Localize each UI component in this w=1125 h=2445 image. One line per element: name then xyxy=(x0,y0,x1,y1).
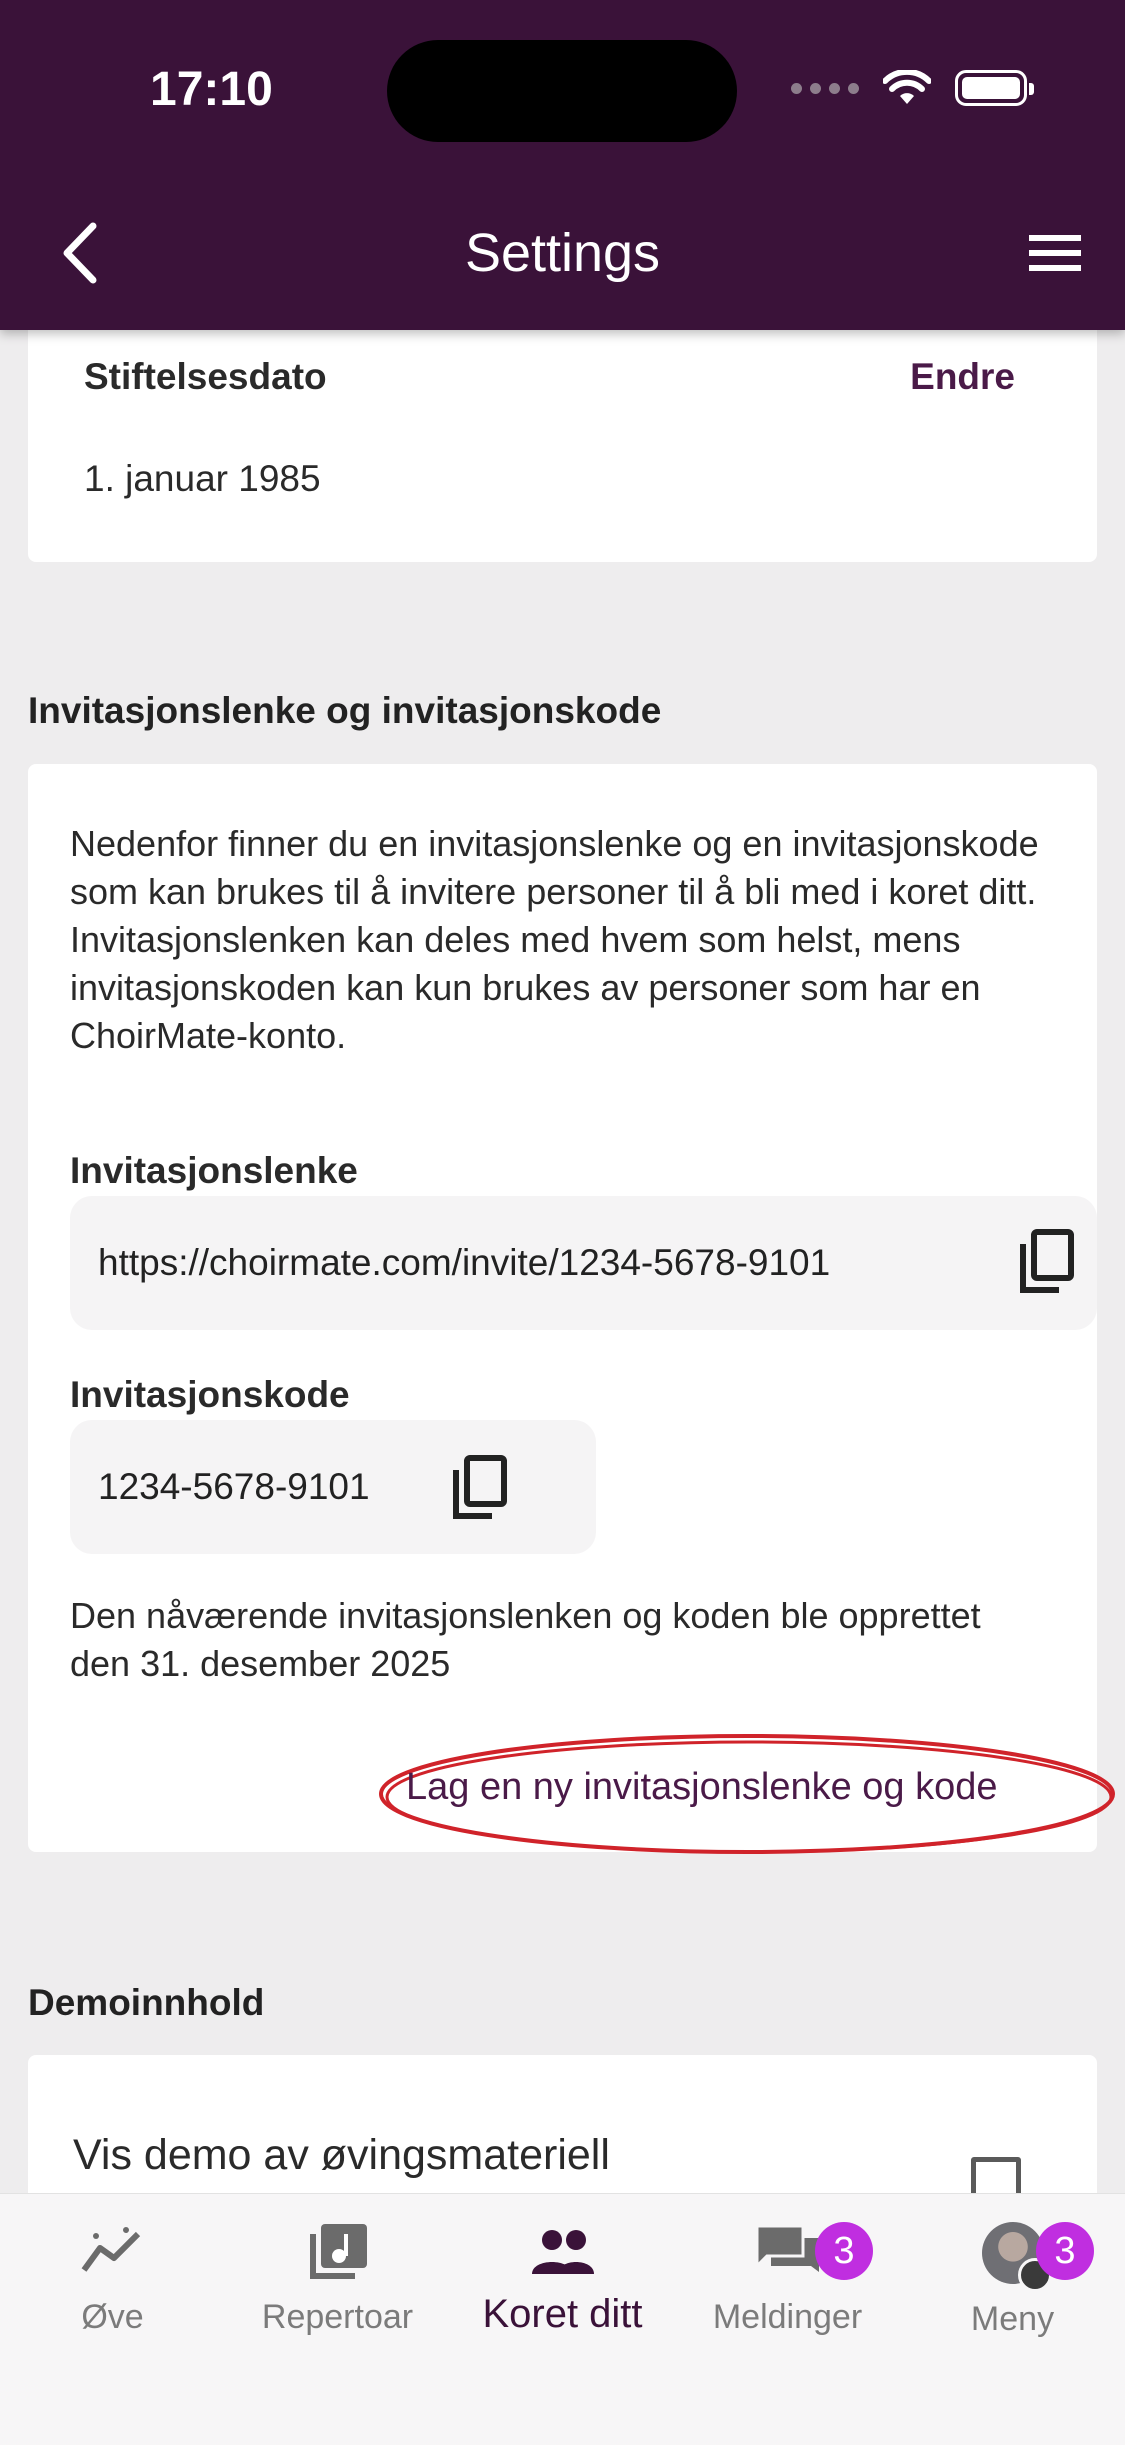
tab-your-choir[interactable]: Koret ditt xyxy=(450,2222,675,2337)
app-header: 17:10 Settings xyxy=(0,0,1125,330)
invite-link-field: https://choirmate.com/invite/1234-5678-9… xyxy=(70,1196,1097,1330)
invite-description: Nedenfor finner du en invitasjonslenke o… xyxy=(70,823,1039,1056)
invite-created-text: Den nåværende invitasjonslenken og koden… xyxy=(70,1595,981,1684)
tab-label: Repertoar xyxy=(261,2298,414,2336)
tab-messages[interactable]: Meldinger 3 xyxy=(675,2222,900,2337)
hamburger-menu-icon[interactable] xyxy=(1025,228,1085,278)
chat-icon xyxy=(755,2224,819,2272)
new-invite-button[interactable]: Lag en ny invitasjonslenke og kode xyxy=(376,1730,1118,1860)
status-icons xyxy=(791,70,1034,106)
tab-repertoire[interactable]: Repertoar xyxy=(225,2222,450,2337)
bottom-tab-bar: Øve Repertoar Koret ditt Meldinger 3 Men… xyxy=(0,2193,1125,2445)
tab-label: Koret ditt xyxy=(482,2292,643,2336)
wifi-icon xyxy=(883,70,931,104)
group-icon xyxy=(531,2230,594,2274)
demo-section-title: Demoinnhold xyxy=(28,1982,265,2023)
invite-code-label: Invitasjonskode xyxy=(70,1374,350,1415)
invite-card: Nedenfor finner du en invitasjonslenke o… xyxy=(28,764,1115,1854)
invite-link-value: https://choirmate.com/invite/1234-5678-9… xyxy=(98,1242,831,1283)
menu-badge: 3 xyxy=(1036,2222,1094,2280)
copy-link-icon[interactable] xyxy=(1015,1228,1077,1298)
tab-label: Øve xyxy=(81,2298,144,2336)
practice-chart-icon xyxy=(81,2227,140,2272)
invite-section-title: Invitasjonslenke og invitasjonskode xyxy=(28,690,662,731)
demo-toggle-label: Vis demo av øvingsmateriell xyxy=(73,2131,610,2179)
copy-code-icon[interactable] xyxy=(448,1454,510,1524)
tab-menu[interactable]: Meny 3 xyxy=(900,2222,1125,2339)
messages-badge: 3 xyxy=(815,2222,873,2280)
avatar-icon xyxy=(981,2222,1052,2292)
battery-icon xyxy=(955,70,1034,106)
tab-label: Meldinger xyxy=(712,2298,863,2336)
page-title: Settings xyxy=(464,223,661,283)
signal-icon xyxy=(791,82,859,94)
new-invite-label: Lag en ny invitasjonslenke og kode xyxy=(406,1766,998,1808)
status-time: 17:10 xyxy=(150,63,273,116)
invite-code-value: 1234-5678-9101 xyxy=(98,1466,370,1507)
music-library-icon xyxy=(309,2224,367,2279)
edit-founding-date-button[interactable]: Endre xyxy=(910,356,1015,398)
dynamic-island xyxy=(387,40,737,142)
invite-link-label: Invitasjonslenke xyxy=(70,1150,358,1191)
founding-date-card: Stiftelsesdato Endre 1. januar 1985 xyxy=(28,300,1097,562)
founding-date-label: Stiftelsesdato xyxy=(84,356,327,397)
tab-label: Meny xyxy=(970,2300,1055,2338)
invite-code-field: 1234-5678-9101 xyxy=(70,1420,596,1554)
tab-practice[interactable]: Øve xyxy=(0,2222,225,2337)
founding-date-value: 1. januar 1985 xyxy=(84,458,321,499)
